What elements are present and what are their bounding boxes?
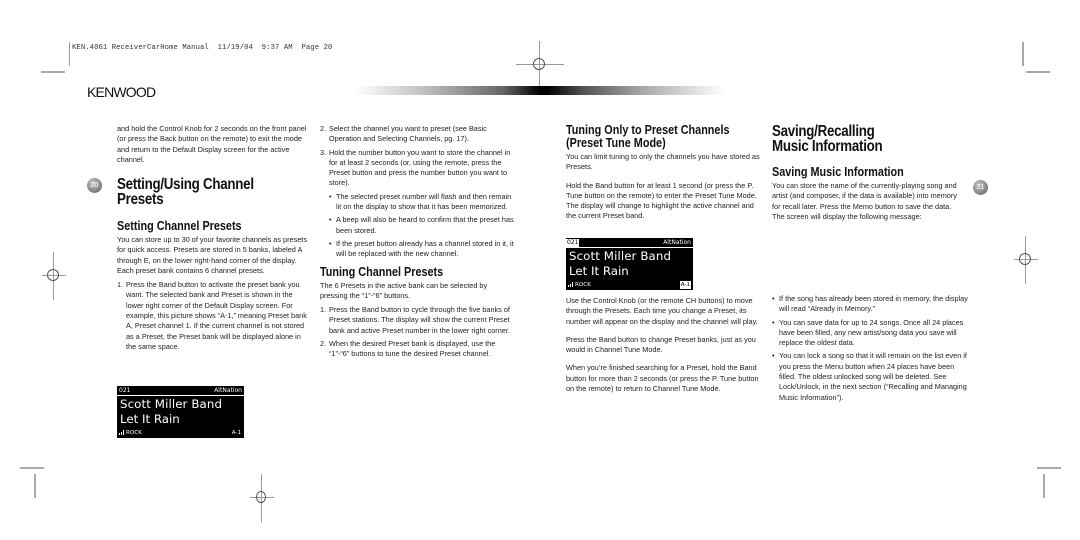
crop-mark: [34, 474, 36, 498]
lcd-divider: [117, 395, 244, 396]
preset-tune-paragraph-5: When you’re finished searching for a Pre…: [566, 363, 759, 394]
saving-music-heading: Saving Music Information: [772, 165, 904, 179]
step-number: 3.: [320, 147, 327, 157]
signal-strength-icon: [119, 430, 125, 435]
saving-bullet: You can save data for up to 24 songs. On…: [772, 318, 968, 349]
lcd-category-label: ROCK: [575, 282, 591, 288]
step-number: 1.: [320, 305, 327, 315]
setting-step-1: 1. Press the Band button to activate the…: [117, 280, 309, 352]
preset-tune-paragraph-1: You can limit tuning to only the channel…: [566, 152, 760, 172]
section-title-saving-recalling: Saving/Recalling Music Information: [772, 123, 883, 155]
saving-title-line1: Saving/Recalling: [772, 123, 875, 140]
step-text: Press the Band button to activate the pr…: [126, 280, 307, 351]
left-column-2: 2. Select the channel you want to preset…: [320, 124, 516, 364]
saving-bullet: If the song has already been stored in m…: [772, 294, 968, 315]
preset-tune-heading: Tuning Only to Preset Channels (Preset T…: [566, 124, 735, 150]
lcd-channel-name: AltNation: [214, 387, 242, 394]
registration-mark-left: [42, 252, 66, 300]
setting-presets-paragraph: You can store up to 30 of your favorite …: [117, 235, 307, 275]
crop-mark: [1026, 71, 1050, 73]
page-number-badge-20: 20: [87, 178, 102, 193]
saving-music-paragraph: You can store the name of the currently-…: [772, 181, 957, 221]
print-slug: KEN.4061 ReceiverCarHome Manual 11/19/04…: [72, 44, 333, 52]
setting-presets-heading: Setting Channel Presets: [117, 219, 242, 233]
setting-step-3: 3. Hold the number button you want to st…: [320, 148, 516, 260]
lcd-category-label: ROCK: [126, 430, 142, 436]
section-title-line1: Setting/Using Channel: [117, 176, 254, 193]
preset-tune-paragraph-4: Press the Band button to change Preset b…: [566, 334, 756, 355]
step3-bullet: A beep will also be heard to confirm tha…: [329, 215, 516, 236]
tuning-step-1: 1. Press the Band button to cycle throug…: [320, 305, 516, 336]
step-text: Hold the number button you want to store…: [329, 147, 511, 188]
lcd-display-preset-tune: 021 AltNation Scott Miller Band Let It R…: [566, 238, 693, 290]
registration-mark-bottom: [250, 474, 274, 522]
lcd-channel-number: 021: [119, 387, 131, 394]
signal-strength-icon: [568, 282, 574, 287]
saving-bullet: You can lock a song so that it will rema…: [772, 351, 968, 402]
setting-step-2: 2. Select the channel you want to preset…: [320, 124, 516, 145]
step-text: Select the channel you want to preset (s…: [329, 124, 487, 144]
preset-tune-paragraph-3: Use the Control Knob (or the remote CH b…: [566, 296, 758, 326]
registration-mark-top: [516, 41, 564, 89]
step-text: Press the Band button to cycle through t…: [329, 305, 510, 335]
tuning-presets-heading: Tuning Channel Presets: [320, 264, 444, 279]
right-column-2: Saving Music Information You can store t…: [772, 166, 964, 226]
crop-mark: [1043, 474, 1045, 498]
step-number: 2.: [320, 339, 327, 349]
lcd-channel-name: AltNation: [663, 239, 691, 246]
crop-mark: [1037, 467, 1061, 469]
slug-divider: [69, 42, 70, 66]
step-text: When the desired Preset bank is displaye…: [329, 339, 496, 359]
tuning-presets-paragraph: The 6 Presets in the active bank can be …: [320, 280, 488, 300]
saving-title-line2: Music Information: [772, 138, 883, 155]
lcd-divider: [566, 247, 693, 248]
crop-mark: [41, 71, 65, 73]
left-column-1: and hold the Control Knob for 2 seconds …: [117, 124, 307, 169]
registration-mark-right: [1014, 236, 1038, 284]
saving-bullets: If the song has already been stored in m…: [772, 294, 968, 406]
crop-mark: [20, 467, 44, 469]
section-title-line2: Presets: [117, 191, 164, 208]
step3-bullet: The selected preset number will flash an…: [329, 192, 516, 213]
page-number-badge-21: 21: [973, 180, 988, 195]
lcd-category: ROCK: [568, 281, 591, 289]
step-number: 2.: [320, 124, 327, 133]
right-column-1: Tuning Only to Preset Channels (Preset T…: [566, 124, 762, 226]
lcd-preset: A-1: [231, 430, 241, 436]
lcd-artist: Scott Miller Band: [569, 249, 672, 263]
lcd-artist: Scott Miller Band: [120, 397, 223, 411]
lcd-display-default: 021 AltNation Scott Miller Band Let It R…: [117, 386, 244, 438]
preset-tune-paragraph-2: Hold the Band button for at least 1 seco…: [566, 180, 757, 221]
header-gradient-bar: [355, 86, 725, 95]
lcd-channel-number: 021: [566, 239, 580, 247]
setting-presets-section: Setting Channel Presets You can store up…: [117, 220, 309, 356]
step3-bullet: If the preset button already has a chann…: [329, 239, 516, 260]
preset-tune-heading-line2: (Preset Tune Mode): [566, 136, 666, 150]
lcd-preset: A-1: [679, 281, 691, 289]
lcd-category: ROCK: [119, 429, 142, 437]
right-column-1-lower: Use the Control Knob (or the remote CH b…: [566, 296, 764, 398]
lcd-song: Let It Rain: [569, 264, 629, 278]
crop-mark: [1022, 42, 1024, 66]
step-number: 1.: [117, 280, 124, 290]
lcd-song: Let It Rain: [120, 412, 180, 426]
kenwood-logo: KENWOOD: [87, 84, 156, 100]
tuning-step-2: 2. When the desired Preset bank is displ…: [320, 339, 516, 360]
section-title-setting-using: Setting/Using Channel Presets: [117, 176, 254, 208]
intro-paragraph: and hold the Control Knob for 2 seconds …: [117, 124, 307, 164]
